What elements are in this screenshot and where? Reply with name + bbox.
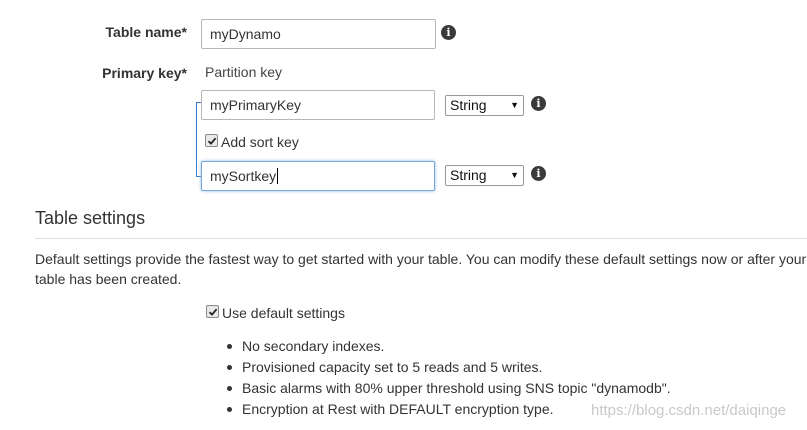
table-name-input[interactable]: myDynamo bbox=[201, 19, 436, 49]
table-name-label: Table name* bbox=[7, 24, 187, 40]
checkmark-icon bbox=[208, 308, 217, 316]
sort-key-value: mySortkey bbox=[210, 168, 277, 184]
required-mark: * bbox=[181, 65, 187, 81]
partition-key-label: Partition key bbox=[205, 64, 283, 80]
primary-key-label: Primary key* bbox=[7, 65, 187, 81]
add-sort-key-checkbox[interactable] bbox=[205, 134, 218, 147]
list-item: No secondary indexes. bbox=[225, 336, 785, 357]
info-icon[interactable]: i bbox=[531, 166, 546, 181]
list-item: Basic alarms with 80% upper threshold us… bbox=[225, 378, 785, 399]
partition-key-input[interactable]: myPrimaryKey bbox=[201, 90, 435, 120]
primary-key-label-text: Primary key bbox=[102, 65, 182, 81]
chevron-down-icon: ▼ bbox=[510, 170, 519, 180]
chevron-down-icon: ▼ bbox=[510, 100, 519, 110]
key-group-bracket bbox=[196, 102, 197, 176]
table-name-value: myDynamo bbox=[210, 26, 281, 42]
sort-key-input[interactable]: mySortkey bbox=[201, 161, 435, 191]
info-icon[interactable]: i bbox=[531, 96, 546, 111]
use-default-settings-checkbox[interactable] bbox=[206, 305, 219, 318]
section-divider bbox=[35, 238, 807, 239]
text-caret bbox=[277, 168, 279, 184]
info-icon[interactable]: i bbox=[441, 25, 456, 40]
add-sort-key-label[interactable]: Add sort key bbox=[221, 134, 299, 150]
required-mark: * bbox=[181, 24, 187, 40]
list-item: Provisioned capacity set to 5 reads and … bbox=[225, 357, 785, 378]
partition-key-type-value: String bbox=[450, 97, 487, 113]
watermark: https://blog.csdn.net/daiqinge bbox=[591, 402, 787, 419]
sort-key-type-value: String bbox=[450, 167, 487, 183]
table-settings-title: Table settings bbox=[35, 208, 146, 228]
table-settings-description: Default settings provide the fastest way… bbox=[35, 251, 807, 287]
use-default-settings-label[interactable]: Use default settings bbox=[222, 305, 345, 321]
partition-key-value: myPrimaryKey bbox=[210, 97, 302, 113]
partition-key-type-select[interactable]: String ▼ bbox=[445, 95, 524, 116]
table-name-label-text: Table name bbox=[105, 24, 182, 40]
sort-key-type-select[interactable]: String ▼ bbox=[445, 165, 524, 186]
checkmark-icon bbox=[207, 137, 216, 145]
